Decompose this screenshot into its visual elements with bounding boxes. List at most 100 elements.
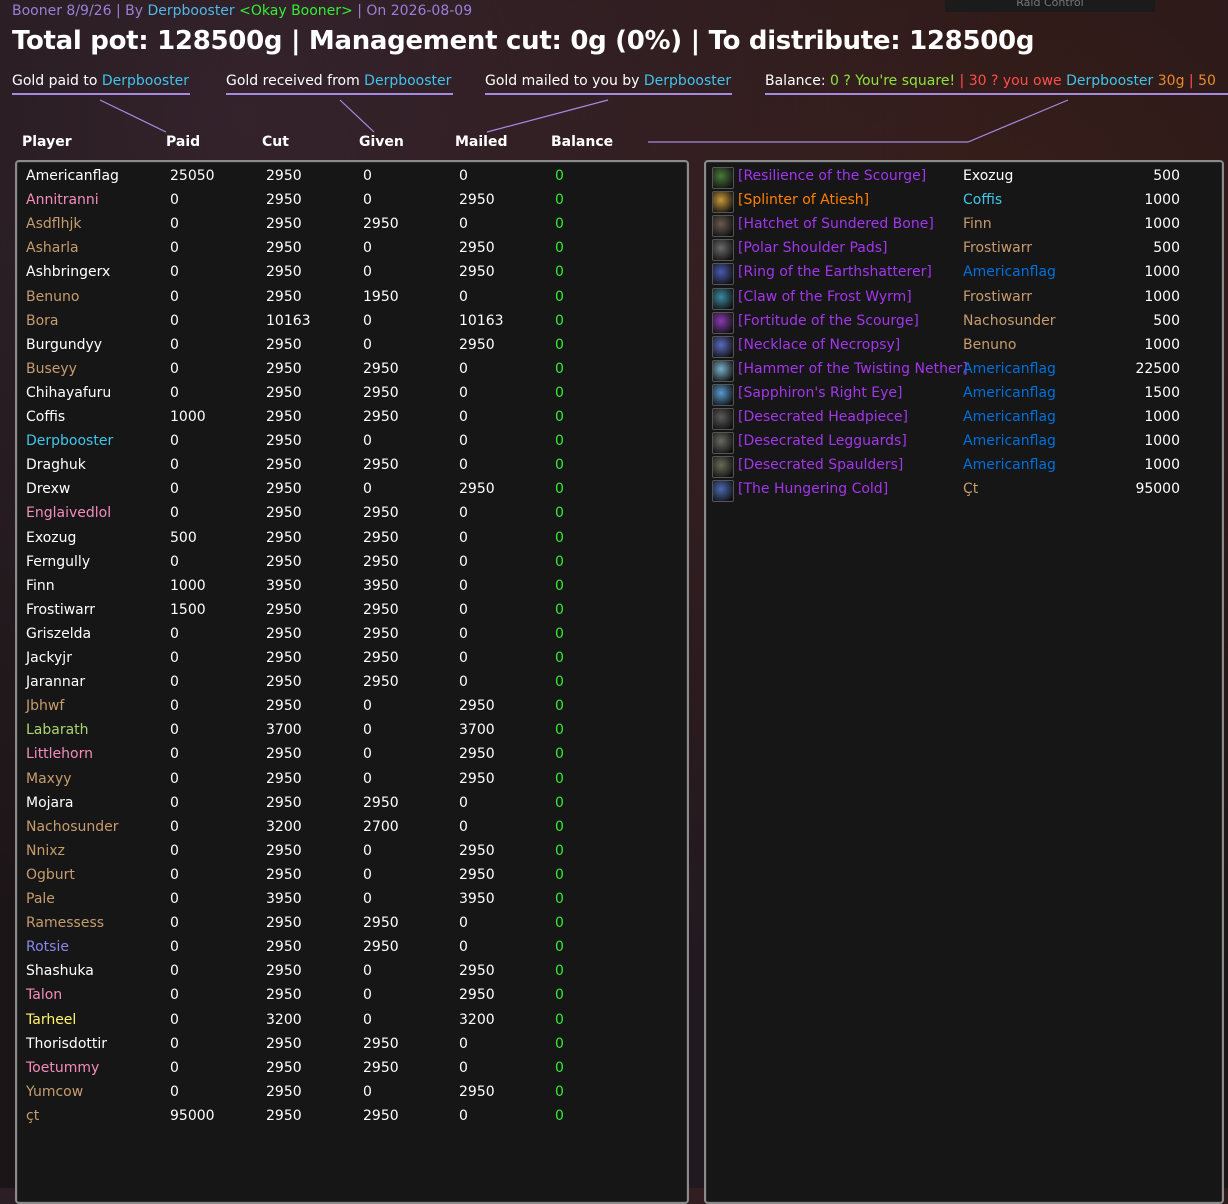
table-row[interactable]: Chihayafuru 0 2950 2950 0 0 <box>17 381 687 405</box>
table-row[interactable]: Nachosunder 0 3200 2700 0 0 <box>17 815 687 839</box>
item-winner[interactable]: Exozug <box>963 164 1013 188</box>
item-link[interactable]: [Claw of the Frost Wyrm] <box>738 285 912 309</box>
player-name[interactable]: Americanflag <box>26 164 119 188</box>
helm-icon[interactable] <box>712 408 734 430</box>
player-name[interactable]: Jbhwf <box>26 694 64 718</box>
col-player-header[interactable]: Player <box>22 134 72 150</box>
item-link[interactable]: [Hatchet of Sundered Bone] <box>738 212 934 236</box>
item-winner[interactable]: Çt <box>963 477 978 501</box>
player-name[interactable]: Toetummy <box>26 1056 99 1080</box>
player-name[interactable]: Bora <box>26 309 59 333</box>
player-name[interactable]: Thorisdottir <box>26 1032 107 1056</box>
legs-icon[interactable] <box>712 432 734 455</box>
player-name[interactable]: Ashbringerx <box>26 260 110 284</box>
col-cut-header[interactable]: Cut <box>262 134 289 150</box>
player-name[interactable]: Frostiwarr <box>26 598 95 622</box>
player-name[interactable]: Talon <box>26 983 62 1007</box>
necklace-icon[interactable] <box>712 335 734 358</box>
item-winner[interactable]: Americanflag <box>963 381 1056 405</box>
axe-icon[interactable] <box>712 215 734 238</box>
claw-icon[interactable] <box>712 287 734 310</box>
table-row[interactable]: Shashuka 0 2950 0 2950 0 <box>17 959 687 983</box>
table-row[interactable]: Asharla 0 2950 0 2950 0 <box>17 236 687 260</box>
table-row[interactable]: Englaivedlol 0 2950 2950 0 0 <box>17 501 687 525</box>
list-item[interactable]: [Hatchet of Sundered Bone] Finn 1000 <box>706 212 1222 238</box>
table-row[interactable]: Yumcow 0 2950 0 2950 0 <box>17 1080 687 1104</box>
table-row[interactable]: Annitranni 0 2950 0 2950 0 <box>17 188 687 212</box>
table-row[interactable]: Asdflhjk 0 2950 2950 0 0 <box>17 212 687 236</box>
player-name[interactable]: Englaivedlol <box>26 501 111 525</box>
player-name[interactable]: Littlehorn <box>26 742 93 766</box>
player-name[interactable]: Buseyy <box>26 357 77 381</box>
table-row[interactable]: Jackyjr 0 2950 2950 0 0 <box>17 646 687 670</box>
player-name[interactable]: Nnixz <box>26 839 65 863</box>
table-row[interactable]: Draghuk 0 2950 2950 0 0 <box>17 453 687 477</box>
table-row[interactable]: Jbhwf 0 2950 0 2950 0 <box>17 694 687 718</box>
raid-control-button[interactable]: Raid Control <box>945 0 1155 12</box>
item-winner[interactable]: Americanflag <box>963 429 1056 453</box>
col-given-header[interactable]: Given <box>359 134 404 150</box>
table-row[interactable]: Exozug 500 2950 2950 0 0 <box>17 526 687 550</box>
table-row[interactable]: Rotsie 0 2950 2950 0 0 <box>17 935 687 959</box>
player-name[interactable]: Exozug <box>26 526 76 550</box>
player-name[interactable]: Derpbooster <box>26 429 113 453</box>
player-name[interactable]: Asdflhjk <box>26 212 81 236</box>
list-item[interactable]: [The Hungering Cold] Çt 95000 <box>706 477 1222 503</box>
item-link[interactable]: [Sapphiron's Right Eye] <box>738 381 902 405</box>
item-link[interactable]: [Polar Shoulder Pads] <box>738 236 887 260</box>
player-name[interactable]: Pale <box>26 887 55 911</box>
player-name[interactable]: Shashuka <box>26 959 94 983</box>
list-item[interactable]: [Sapphiron's Right Eye] Americanflag 1500 <box>706 381 1222 406</box>
table-row[interactable]: Burgundyy 0 2950 0 2950 0 <box>17 333 687 357</box>
item-link[interactable]: [Desecrated Legguards] <box>738 429 907 453</box>
player-name[interactable]: Labarath <box>26 718 89 742</box>
item-link[interactable]: [Ring of the Earthshatterer] <box>738 260 932 284</box>
col-mailed-header[interactable]: Mailed <box>455 134 508 150</box>
eye-icon[interactable] <box>712 383 734 406</box>
table-row[interactable]: Maxyy 0 2950 0 2950 0 <box>17 767 687 791</box>
spell-icon[interactable] <box>712 167 734 189</box>
table-row[interactable]: Mojara 0 2950 2950 0 0 <box>17 791 687 815</box>
player-name[interactable]: Benuno <box>26 285 79 309</box>
list-item[interactable]: [Desecrated Legguards] Americanflag 1000 <box>706 429 1222 455</box>
player-name[interactable]: Burgundyy <box>26 333 102 357</box>
table-row[interactable]: Americanflag 25050 2950 0 0 0 <box>17 164 687 188</box>
player-name[interactable]: Ramessess <box>26 911 104 935</box>
player-name[interactable]: Jarannar <box>26 670 85 694</box>
item-link[interactable]: [The Hungering Cold] <box>738 477 888 501</box>
player-name[interactable]: çt <box>26 1104 39 1128</box>
table-row[interactable]: Finn 1000 3950 3950 0 0 <box>17 574 687 598</box>
item-link[interactable]: [Resilience of the Scourge] <box>738 164 926 188</box>
table-row[interactable]: Drexw 0 2950 0 2950 0 <box>17 477 687 501</box>
list-item[interactable]: [Necklace of Necropsy] Benuno 1000 <box>706 333 1222 358</box>
table-row[interactable]: Tarheel 0 3200 0 3200 0 <box>17 1008 687 1032</box>
list-item[interactable]: [Hammer of the Twisting Nether] Americanf… <box>706 357 1222 382</box>
shoulder-icon[interactable] <box>712 456 734 479</box>
player-name[interactable]: Ferngully <box>26 550 90 574</box>
table-row[interactable]: Buseyy 0 2950 2950 0 0 <box>17 357 687 381</box>
spell-icon[interactable] <box>712 311 734 334</box>
table-row[interactable]: Nnixz 0 2950 0 2950 0 <box>17 839 687 863</box>
author-name[interactable]: Derpbooster <box>147 3 234 19</box>
item-winner[interactable]: Americanflag <box>963 260 1056 284</box>
player-name[interactable]: Nachosunder <box>26 815 118 839</box>
item-winner[interactable]: Nachosunder <box>963 309 1055 333</box>
frost-icon[interactable] <box>712 480 734 503</box>
list-item[interactable]: [Desecrated Headpiece] Americanflag 1000 <box>706 405 1222 430</box>
table-row[interactable]: Littlehorn 0 2950 0 2950 0 <box>17 742 687 766</box>
player-name[interactable]: Draghuk <box>26 453 86 477</box>
col-paid-header[interactable]: Paid <box>166 134 200 150</box>
item-winner[interactable]: Coffis <box>963 188 1002 212</box>
item-winner[interactable]: Americanflag <box>963 357 1056 381</box>
player-name[interactable]: Jackyjr <box>26 646 72 670</box>
list-item[interactable]: [Desecrated Spaulders] Americanflag 1000 <box>706 453 1222 479</box>
list-item[interactable]: [Resilience of the Scourge] Exozug 500 <box>706 164 1222 189</box>
list-item[interactable]: [Ring of the Earthshatterer] Americanflag… <box>706 260 1222 286</box>
table-row[interactable]: Toetummy 0 2950 2950 0 0 <box>17 1056 687 1080</box>
table-row[interactable]: Griszelda 0 2950 2950 0 0 <box>17 622 687 646</box>
item-winner[interactable]: Finn <box>963 212 992 236</box>
list-item[interactable]: [Splinter of Atiesh] Coffis 1000 <box>706 188 1222 214</box>
player-name[interactable]: Ogburt <box>26 863 75 887</box>
item-link[interactable]: [Desecrated Headpiece] <box>738 405 908 429</box>
item-link[interactable]: [Necklace of Necropsy] <box>738 333 900 357</box>
